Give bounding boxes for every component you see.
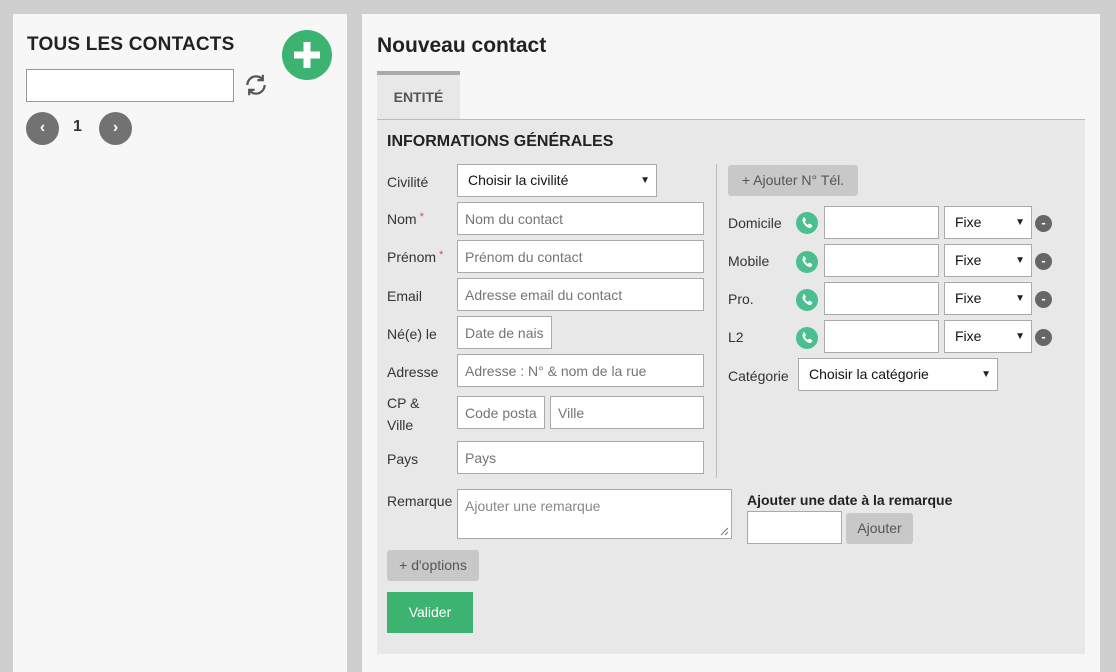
caret-down-icon: ▼ bbox=[1015, 217, 1025, 228]
birthdate-input[interactable] bbox=[457, 316, 552, 349]
civilite-label: Civilité bbox=[387, 174, 429, 190]
nom-label: Nom * bbox=[387, 211, 424, 227]
section-title: INFORMATIONS GÉNÉRALES bbox=[387, 133, 614, 150]
nom-input[interactable] bbox=[457, 202, 704, 235]
code-postal-input[interactable] bbox=[457, 396, 545, 429]
adresse-label: Adresse bbox=[387, 364, 439, 380]
remove-phone-button[interactable]: - bbox=[1035, 329, 1052, 346]
prenom-input[interactable] bbox=[457, 240, 704, 273]
caret-down-icon: ▼ bbox=[1015, 293, 1025, 304]
page-title: Nouveau contact bbox=[377, 34, 547, 57]
phone-label-pro: Pro. bbox=[728, 291, 754, 307]
phone-number-input[interactable] bbox=[824, 244, 939, 277]
remarque-label: Remarque bbox=[387, 493, 453, 509]
tab-entite[interactable]: ENTITÉ bbox=[377, 71, 460, 120]
phone-number-input[interactable] bbox=[824, 282, 939, 315]
phone-label-l2: L2 bbox=[728, 329, 744, 345]
resize-grip-icon[interactable] bbox=[720, 527, 729, 536]
caret-down-icon: ▼ bbox=[640, 175, 650, 186]
more-options-button[interactable]: + d'options bbox=[387, 550, 479, 581]
phone-icon bbox=[796, 212, 818, 234]
phone-type-select[interactable]: Fixe ▼ bbox=[944, 320, 1032, 353]
refresh-icon[interactable] bbox=[243, 72, 269, 98]
remove-phone-button[interactable]: - bbox=[1035, 215, 1052, 232]
phone-icon bbox=[796, 327, 818, 349]
page-number: 1 bbox=[73, 118, 82, 135]
valider-button[interactable]: Valider bbox=[387, 592, 473, 633]
caret-down-icon: ▼ bbox=[1015, 255, 1025, 266]
email-label: Email bbox=[387, 288, 423, 304]
phone-icon bbox=[796, 289, 818, 311]
phone-type-select[interactable]: Fixe ▼ bbox=[944, 244, 1032, 277]
caret-down-icon: ▼ bbox=[1015, 331, 1025, 342]
required-mark: * bbox=[419, 211, 424, 223]
remove-phone-button[interactable]: - bbox=[1035, 291, 1052, 308]
phone-type-select[interactable]: Fixe ▼ bbox=[944, 206, 1032, 239]
email-input[interactable] bbox=[457, 278, 704, 311]
cp-ville-label-line1: CP & bbox=[387, 395, 420, 411]
add-contact-button[interactable] bbox=[282, 30, 332, 80]
pays-label: Pays bbox=[387, 451, 419, 467]
categorie-label: Catégorie bbox=[728, 368, 789, 384]
prev-page-button[interactable]: ‹ bbox=[26, 112, 59, 145]
date-remarque-input[interactable] bbox=[747, 511, 842, 544]
next-page-button[interactable]: › bbox=[99, 112, 132, 145]
contact-search-input[interactable] bbox=[26, 69, 234, 102]
column-divider bbox=[716, 164, 717, 478]
ville-input[interactable] bbox=[550, 396, 704, 429]
sidebar-title: TOUS LES CONTACTS bbox=[27, 34, 235, 55]
ajouter-date-button[interactable]: Ajouter bbox=[846, 513, 913, 544]
phone-number-input[interactable] bbox=[824, 206, 939, 239]
cp-ville-label-line2: Ville bbox=[387, 417, 414, 433]
adresse-input[interactable] bbox=[457, 354, 704, 387]
phone-number-input[interactable] bbox=[824, 320, 939, 353]
caret-down-icon: ▼ bbox=[981, 369, 991, 380]
required-mark: * bbox=[439, 249, 444, 261]
phone-icon bbox=[796, 251, 818, 273]
date-remarque-title: Ajouter une date à la remarque bbox=[747, 492, 953, 508]
naissance-label: Né(e) le bbox=[387, 326, 437, 342]
remove-phone-button[interactable]: - bbox=[1035, 253, 1052, 270]
page-scrollbar[interactable] bbox=[1100, 14, 1116, 672]
phone-type-select[interactable]: Fixe ▼ bbox=[944, 282, 1032, 315]
add-phone-button[interactable]: + Ajouter N° Tél. bbox=[728, 165, 858, 196]
prenom-label: Prénom * bbox=[387, 249, 444, 265]
remarque-textarea[interactable]: Ajouter une remarque bbox=[457, 489, 732, 539]
civilite-value: Choisir la civilité bbox=[468, 172, 569, 188]
new-contact-panel: Nouveau contact ENTITÉ INFORMATIONS GÉNÉ… bbox=[362, 14, 1100, 672]
phone-label-mobile: Mobile bbox=[728, 253, 770, 269]
pays-input[interactable] bbox=[457, 441, 704, 474]
categorie-select[interactable]: Choisir la catégorie ▼ bbox=[798, 358, 998, 391]
phone-label-domicile: Domicile bbox=[728, 215, 782, 231]
contacts-sidebar: TOUS LES CONTACTS ‹ 1 › bbox=[13, 14, 347, 672]
civilite-select[interactable]: Choisir la civilité ▼ bbox=[457, 164, 657, 197]
